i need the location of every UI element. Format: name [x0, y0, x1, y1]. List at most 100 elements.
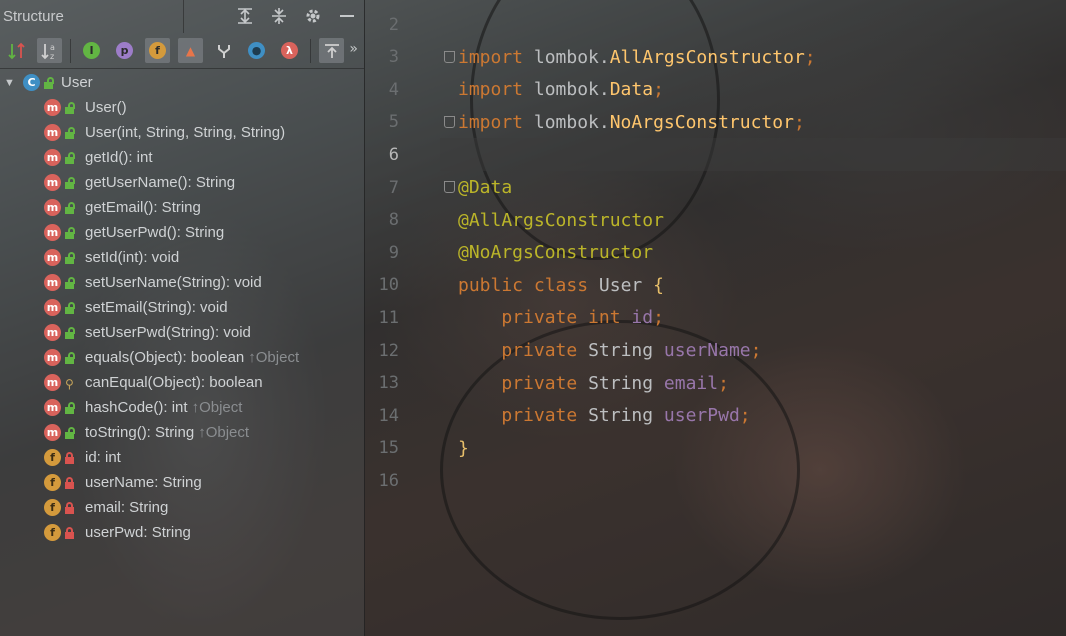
tree-item-method[interactable]: m hashCode(): int ↑Object: [0, 395, 364, 420]
code-token: public class: [458, 274, 599, 296]
lambda-icon: λ: [281, 42, 298, 59]
public-lock-icon: [65, 201, 75, 214]
line-number: 9: [388, 242, 399, 263]
class-icon: C: [23, 74, 40, 91]
public-lock-icon: [65, 176, 75, 189]
code-line[interactable]: 10 public class User {: [365, 269, 1066, 302]
tree-item-method[interactable]: m getUserPwd(): String: [0, 220, 364, 245]
fold-marker-icon[interactable]: [444, 50, 455, 63]
show-non-public-button[interactable]: ▲: [178, 38, 203, 63]
tree-item-method[interactable]: m User(): [0, 95, 364, 120]
tree-item-label: userPwd: String: [85, 524, 191, 541]
tree-item-field[interactable]: f userPwd: String: [0, 520, 364, 545]
code-text: }: [458, 438, 469, 459]
code-line[interactable]: 11 private int id;: [365, 301, 1066, 334]
toolbar-separator: [70, 38, 71, 63]
code-line[interactable]: 16: [365, 464, 1066, 497]
tree-item-method[interactable]: m setId(int): void: [0, 245, 364, 270]
tree-item-method[interactable]: m setUserPwd(String): void: [0, 320, 364, 345]
tree-item-method[interactable]: m setUserName(String): void: [0, 270, 364, 295]
code-line[interactable]: 14 private String userPwd;: [365, 399, 1066, 432]
code-token: AllArgsConstructor: [609, 46, 805, 68]
toolbar-separator: [310, 38, 311, 63]
code-token: NoArgsConstructor: [609, 111, 794, 133]
code-text: private int id;: [458, 307, 664, 328]
tree-item-method[interactable]: m getId(): int: [0, 145, 364, 170]
code-editor[interactable]: 2 3 import lombok.AllArgsConstructor; 4 impo…: [365, 0, 1066, 636]
tree-item-field[interactable]: f email: String: [0, 495, 364, 520]
code-line[interactable]: 4 import lombok.Data;: [365, 73, 1066, 106]
code-line[interactable]: 2: [365, 8, 1066, 41]
more-tools-icon[interactable]: »: [349, 41, 358, 57]
tree-item-field[interactable]: f id: int: [0, 445, 364, 470]
code-text: @Data: [458, 177, 512, 198]
member-list: m User() m User(int, String, String, String…: [0, 95, 364, 545]
code-token: private: [501, 340, 589, 361]
header-tools: [234, 6, 358, 28]
show-lambdas-circle-button[interactable]: ●: [244, 38, 269, 63]
code-line[interactable]: 8 @AllArgsConstructor: [365, 204, 1066, 237]
tree-item-label: hashCode(): int: [85, 399, 188, 416]
sort-by-visibility-button[interactable]: [4, 38, 29, 63]
svg-text:a: a: [50, 43, 55, 52]
tree-item-label: getUserPwd(): String: [85, 224, 225, 241]
show-non-public-icon: ▲: [185, 43, 196, 58]
code-token: lombok.: [533, 111, 610, 133]
code-line[interactable]: 9 @NoArgsConstructor: [365, 236, 1066, 269]
private-lock-icon: [65, 501, 75, 514]
method-icon: m: [44, 374, 61, 391]
method-icon: m: [44, 224, 61, 241]
code-line[interactable]: 5 import lombok.NoArgsConstructor;: [365, 106, 1066, 139]
show-lambdas-button[interactable]: λ: [277, 38, 302, 63]
code-line[interactable]: 3 import lombok.AllArgsConstructor;: [365, 41, 1066, 74]
code-token: import: [458, 79, 534, 101]
code-token: {: [653, 274, 664, 296]
method-icon: m: [44, 424, 61, 441]
fold-marker-icon[interactable]: [444, 181, 455, 193]
autoscroll-button[interactable]: [319, 38, 344, 63]
line-number: 13: [378, 373, 399, 394]
show-inherited-button[interactable]: I: [79, 38, 104, 63]
method-icon: m: [44, 124, 61, 141]
method-icon: m: [44, 199, 61, 216]
show-anonymous-button[interactable]: [211, 38, 236, 63]
tree-item-label: User(): [85, 99, 127, 116]
tree-item-method[interactable]: m setEmail(String): void: [0, 295, 364, 320]
tree-item-method[interactable]: m getUserName(): String: [0, 170, 364, 195]
line-number: 12: [378, 340, 399, 361]
tree-item-method[interactable]: m User(int, String, String, String): [0, 120, 364, 145]
show-properties-button[interactable]: p: [112, 38, 137, 63]
tree-root-user[interactable]: ▼ C User: [0, 70, 364, 95]
sort-alphabetically-button[interactable]: az: [37, 38, 62, 63]
expand-all-icon[interactable]: [234, 6, 256, 28]
code-text: @NoArgsConstructor: [458, 242, 653, 263]
fold-marker-icon[interactable]: [444, 115, 455, 128]
tree-item-method[interactable]: m toString(): String ↑Object: [0, 420, 364, 445]
private-lock-icon: [65, 451, 75, 464]
collapse-all-icon[interactable]: [268, 6, 290, 28]
tree-item-method[interactable]: m getEmail(): String: [0, 195, 364, 220]
code-line[interactable]: 15}: [365, 432, 1066, 465]
show-fields-button[interactable]: f: [145, 38, 170, 63]
code-line[interactable]: 13 private String email;: [365, 367, 1066, 400]
tree-item-method[interactable]: m ⚲ canEqual(Object): boolean: [0, 370, 364, 395]
line-number: 14: [378, 405, 399, 426]
code-text: public class User {: [458, 275, 664, 296]
sort-visibility-icon: [7, 42, 25, 59]
minimize-icon[interactable]: [336, 6, 358, 28]
code-line[interactable]: 6: [365, 138, 1066, 171]
line-number: 15: [378, 438, 399, 459]
code-line[interactable]: 7 @Data: [365, 171, 1066, 204]
code-line[interactable]: 12 private String userName;: [365, 334, 1066, 367]
tree-item-label: getEmail(): String: [85, 199, 201, 216]
header-divider: [183, 0, 184, 33]
public-lock-icon: [65, 401, 75, 414]
public-lock-icon: [65, 426, 75, 439]
tree-item-method[interactable]: m equals(Object): boolean ↑Object: [0, 345, 364, 370]
gear-icon[interactable]: [302, 6, 324, 28]
tree-item-field[interactable]: f userName: String: [0, 470, 364, 495]
structure-panel-header: Structure: [0, 0, 364, 33]
expand-arrow-icon[interactable]: ▼: [4, 77, 20, 89]
method-icon: m: [44, 174, 61, 191]
